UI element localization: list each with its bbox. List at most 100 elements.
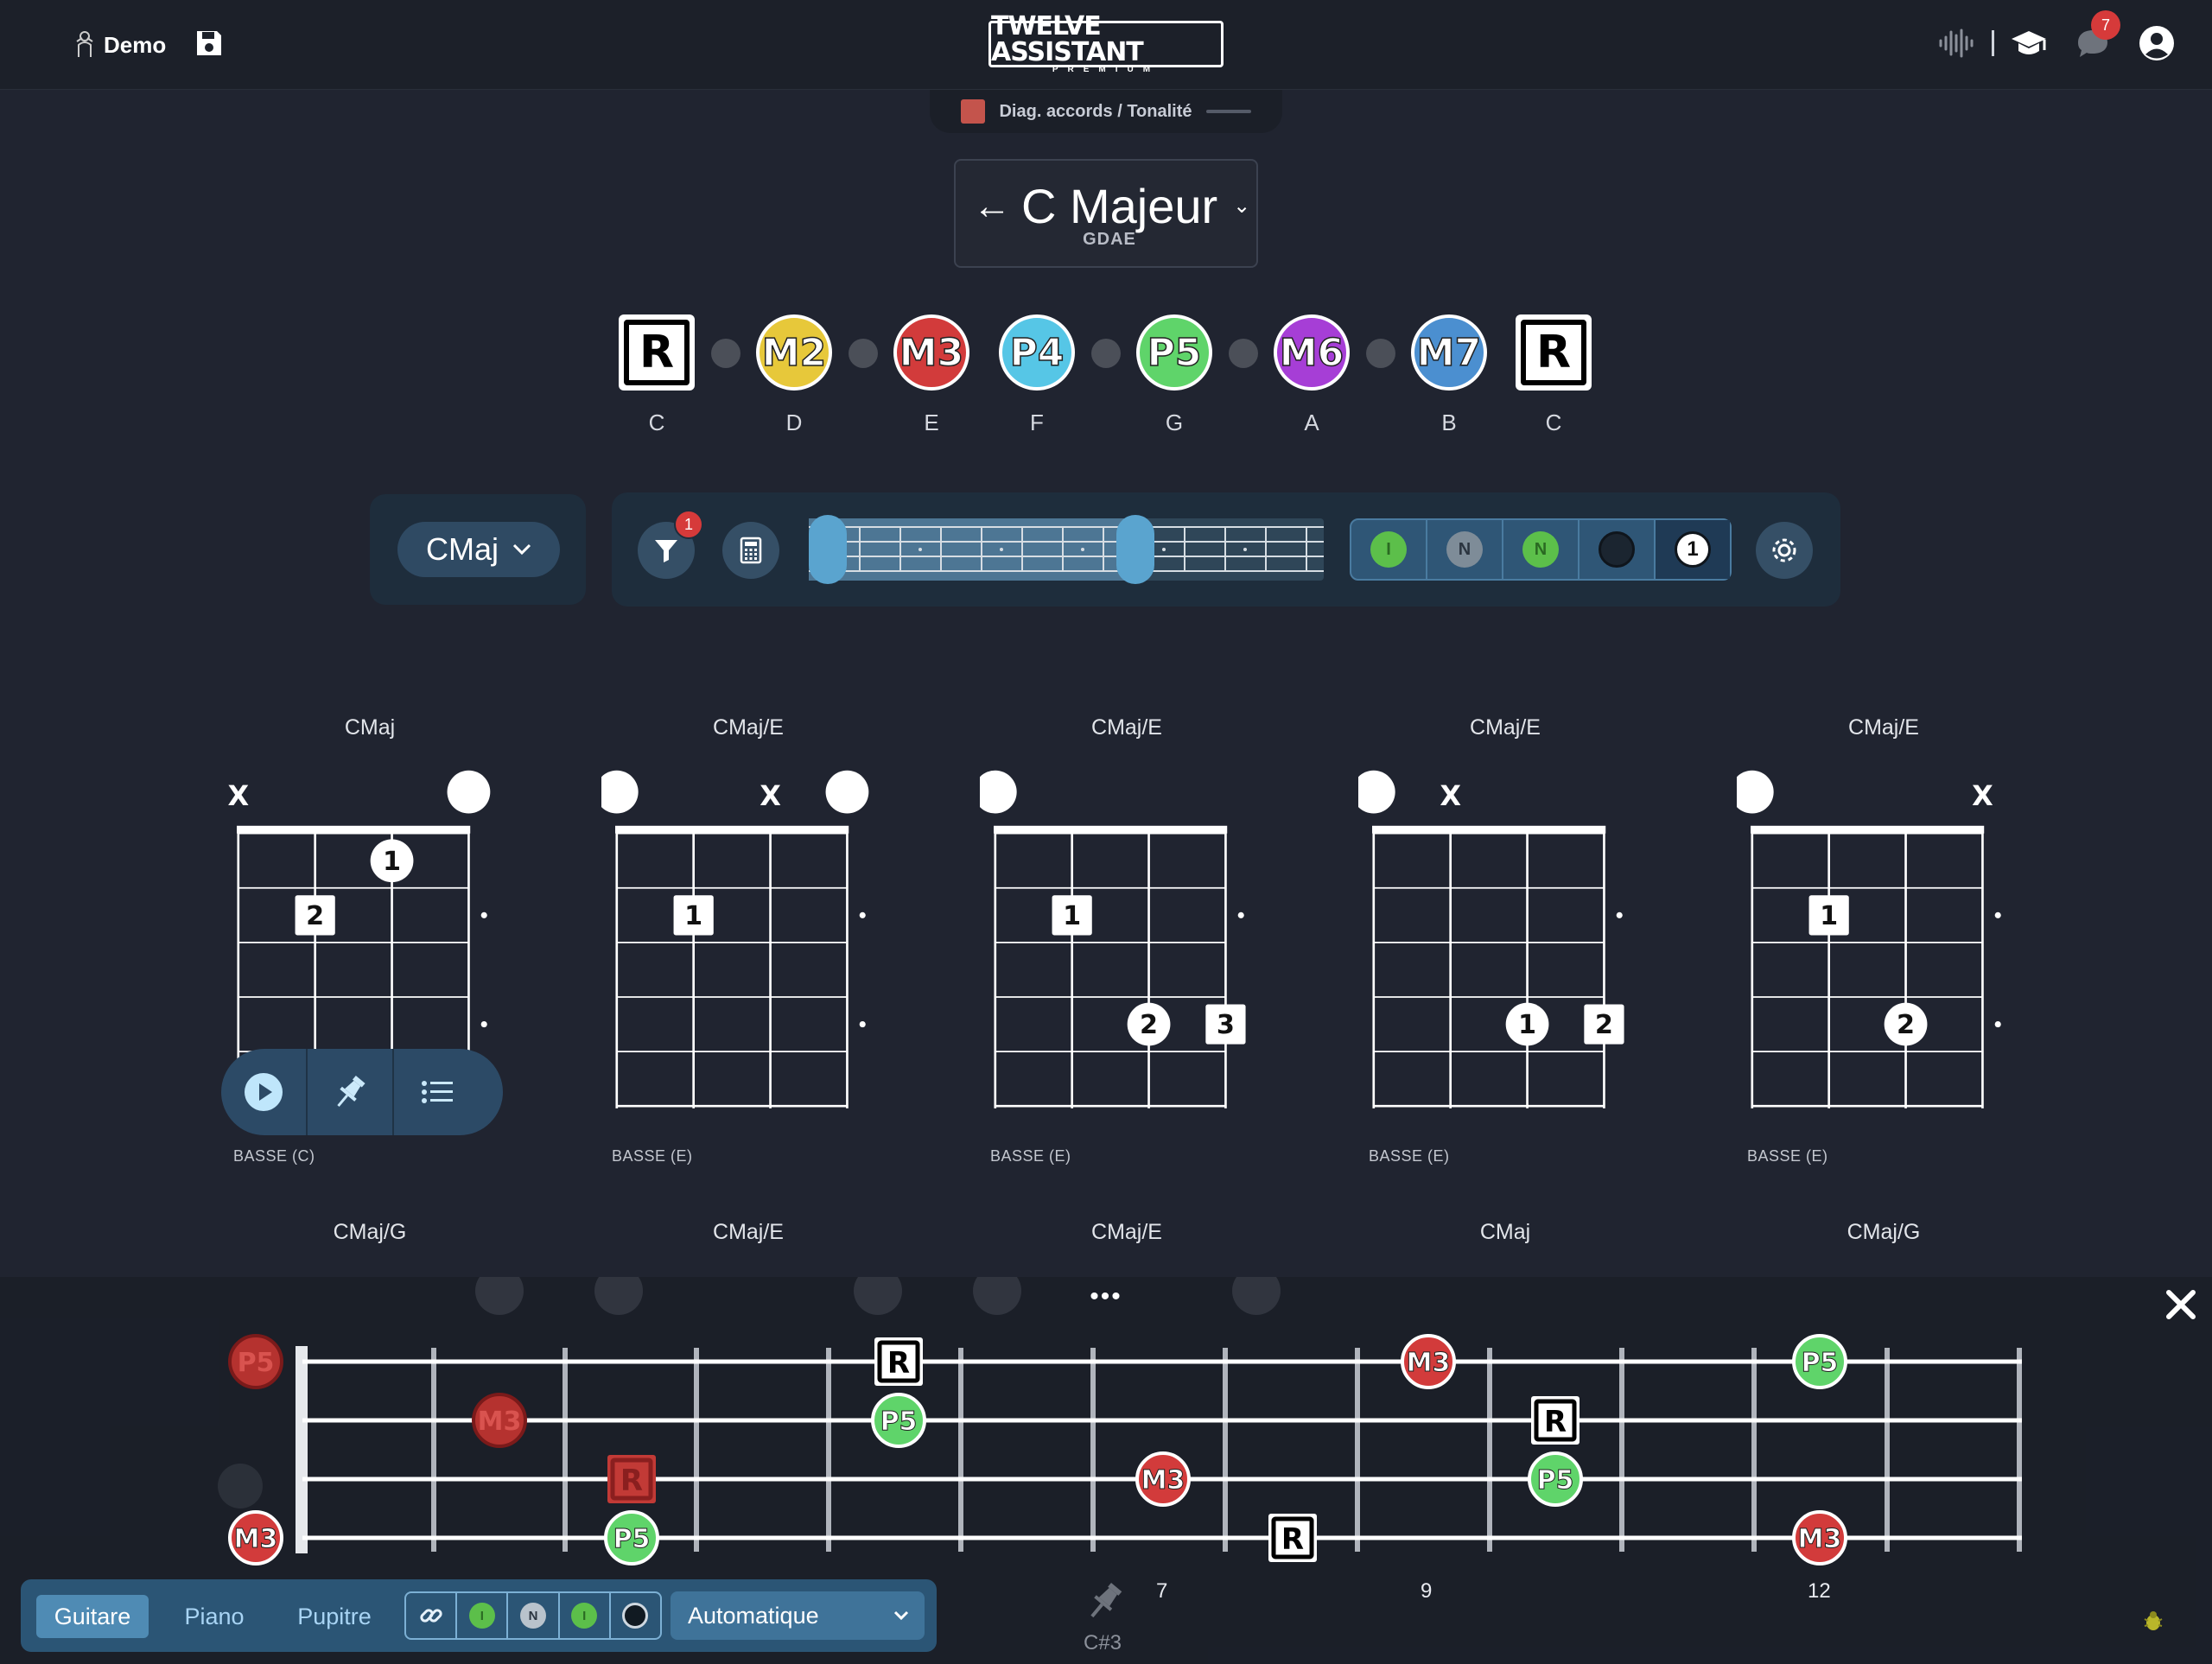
fretboard-nut: [296, 1346, 308, 1553]
open-string-dot: [447, 770, 491, 814]
link-button[interactable]: [406, 1593, 458, 1638]
app-logo[interactable]: TWELVE ASSISTANT PREMIUM: [988, 14, 1224, 74]
mode-note-color-button[interactable]: N: [1503, 520, 1580, 579]
chat-icon[interactable]: 7: [2072, 10, 2120, 64]
waveform-icon[interactable]: [1936, 22, 1978, 64]
fretboard-note-label: P5: [613, 1524, 651, 1554]
fret-marker-dot: [480, 1021, 487, 1028]
mode-n-label: N: [1446, 531, 1483, 568]
interval-badge[interactable]: P4: [999, 314, 1075, 391]
header-actions: 7: [1936, 10, 2177, 69]
fretboard-fret: [1751, 1348, 1757, 1552]
notification-badge: 7: [2091, 10, 2120, 40]
more-options-icon[interactable]: •••: [1085, 1282, 1127, 1312]
chord-title: CMaj: [1479, 1220, 1531, 1244]
fret-label-9: 9: [1421, 1579, 1433, 1603]
ghost-finger-dot: [218, 1464, 263, 1508]
fretboard-note-label: P5: [880, 1407, 918, 1437]
bass-label: BASSE (E): [990, 1147, 1071, 1165]
fretboard-fret: [1355, 1348, 1360, 1552]
mute-marker: X: [1440, 779, 1461, 812]
fretboard-note-label: M3: [1798, 1524, 1842, 1554]
interval-label: R: [1521, 320, 1586, 385]
fretboard-fret: [563, 1348, 568, 1552]
interval-note: G: [1165, 410, 1184, 435]
interval-badge[interactable]: R: [619, 314, 695, 391]
fretboard-note-label: P5: [238, 1348, 275, 1378]
interval-badge[interactable]: P5: [1136, 314, 1212, 391]
interval-badge[interactable]: M3: [893, 314, 969, 391]
link-icon: [419, 1609, 442, 1623]
fretboard-fret: [1223, 1348, 1228, 1552]
bottom-mode-i-button[interactable]: I: [457, 1593, 509, 1638]
bottom-mode-n-button[interactable]: N: [508, 1593, 560, 1638]
logo-title: TWELVE ASSISTANT: [991, 11, 1144, 67]
graduation-cap-icon[interactable]: [2008, 22, 2050, 64]
instrument-piano-button[interactable]: Piano: [168, 1595, 261, 1638]
breadcrumb-label: Diag. accords / Tonalité: [999, 101, 1192, 121]
fret-marker-dot: [1994, 911, 2001, 918]
chord-diagram[interactable]: 1 2 3: [980, 752, 1256, 1132]
instrument-guitar-button[interactable]: Guitare: [36, 1595, 149, 1638]
semitone-dot: [1091, 339, 1121, 368]
interval-note: B: [1441, 410, 1457, 435]
fretboard-fret: [431, 1348, 436, 1552]
interval-badge[interactable]: M6: [1274, 314, 1350, 391]
list-button[interactable]: [394, 1049, 480, 1135]
ghost-note-label: C#3: [1084, 1631, 1122, 1654]
user-menu[interactable]: Demo: [74, 26, 166, 64]
save-icon[interactable]: [192, 26, 226, 60]
open-string-dot: [980, 770, 1017, 814]
filter-icon: [655, 540, 677, 562]
semitone-dot: [849, 339, 878, 368]
settings-button[interactable]: [1756, 522, 1813, 579]
finger-number: 3: [1217, 1010, 1235, 1040]
fretboard-note-label: R: [887, 1346, 910, 1381]
finger-number: 2: [306, 901, 324, 931]
finger-number: 2: [1897, 1010, 1915, 1040]
interval-badge[interactable]: R: [1516, 314, 1592, 391]
key-name: C Majeur: [1021, 179, 1218, 233]
fret-range-slider[interactable]: [809, 515, 1324, 584]
bottom-mode-i2-button[interactable]: I: [560, 1593, 611, 1638]
diagram-nut: [1372, 825, 1606, 834]
instrument-stand-button[interactable]: Pupitre: [278, 1595, 391, 1638]
close-icon[interactable]: [2158, 1282, 2203, 1327]
list-icon: [422, 1081, 453, 1103]
pin-button[interactable]: [308, 1049, 394, 1135]
breadcrumb[interactable]: Diag. accords / Tonalité: [930, 90, 1282, 133]
chord-diagram[interactable]: X 1 2: [1358, 752, 1635, 1132]
key-title-row: ← C Majeur ⌄: [973, 178, 1250, 234]
mode-empty-button[interactable]: [1580, 520, 1656, 579]
fretboard-fret: [826, 1348, 831, 1552]
chord-title: CMaj/E: [713, 1220, 784, 1244]
chord-title: CMaj/G: [333, 1220, 407, 1244]
mode-note-button[interactable]: N: [1427, 520, 1503, 579]
arrow-left-icon[interactable]: ←: [973, 185, 1011, 228]
fretboard-fret: [1619, 1348, 1624, 1552]
fret-marker-dot: [1994, 1021, 2001, 1028]
chord-select[interactable]: CMaj: [397, 522, 560, 577]
fretboard-note-label: M3: [478, 1407, 522, 1437]
mode-interval-button[interactable]: I: [1351, 520, 1427, 579]
chord-diagram[interactable]: X1: [601, 752, 878, 1132]
range-end-handle: [1116, 515, 1154, 584]
position-select-label: Automatique: [688, 1602, 819, 1629]
empty-dot-icon: [622, 1603, 649, 1629]
position-select[interactable]: Automatique: [671, 1591, 925, 1640]
interval-badge[interactable]: M2: [756, 314, 832, 391]
gear-icon: [1772, 538, 1796, 562]
chord-diagram[interactable]: X 1 2: [1737, 752, 2013, 1132]
play-button[interactable]: [221, 1049, 308, 1135]
calculator-button[interactable]: [722, 522, 779, 579]
filter-button[interactable]: 1: [638, 510, 703, 579]
bottom-mode-empty-button[interactable]: [611, 1593, 660, 1638]
fretboard-note-label: P5: [1537, 1465, 1574, 1496]
chord-title: CMaj/E: [1470, 715, 1541, 740]
mode-finger-button[interactable]: 1: [1656, 520, 1730, 579]
interval-badge[interactable]: M7: [1411, 314, 1487, 391]
bug-icon[interactable]: [2141, 1609, 2165, 1633]
user-figure-icon: [74, 30, 95, 60]
fretboard-fret: [694, 1348, 699, 1552]
account-icon[interactable]: [2136, 22, 2177, 64]
